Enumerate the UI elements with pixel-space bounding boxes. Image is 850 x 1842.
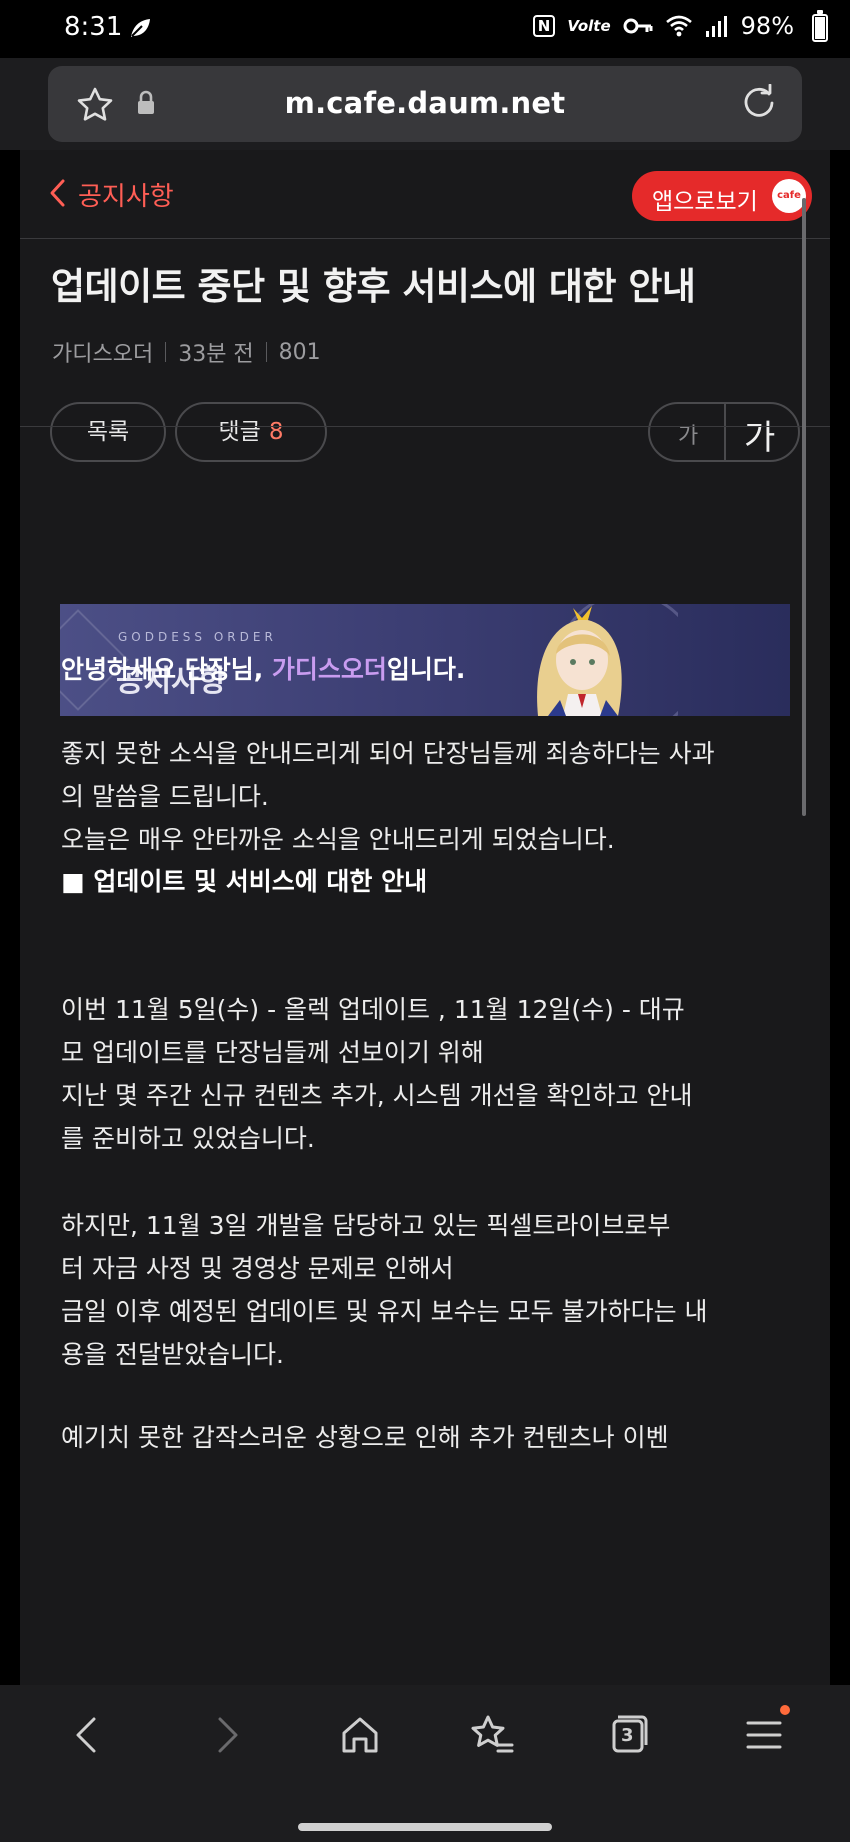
comments-label: 댓글 <box>218 419 261 445</box>
back-chevron-icon[interactable] <box>48 178 66 208</box>
greeting-suffix: 입니다. <box>386 655 466 684</box>
banner-subtitle: GODDESS ORDER <box>118 630 277 644</box>
post-time: 33분 전 <box>178 342 254 367</box>
paragraph-line: 하지만, 11월 3일 개발을 담당하고 있는 픽셀트라이브로부 <box>61 1211 671 1240</box>
meta-separator <box>165 342 167 362</box>
battery-icon <box>812 10 828 42</box>
cafe-logo-icon: cafe <box>772 179 806 213</box>
status-time: 8:31 <box>64 12 123 42</box>
paragraph-line: 이번 11월 5일(수) - 올렉 업데이트 , 11월 12일(수) - 대규 <box>61 995 685 1024</box>
greeting-line: 안녕하세요 단장님, 가디스오더입니다. <box>61 648 791 691</box>
content-divider <box>20 426 830 427</box>
post-author[interactable]: 가디스오더 <box>52 336 153 368</box>
bookmarks-icon[interactable] <box>468 1711 516 1759</box>
address-bar[interactable]: m.cafe.daum.net <box>48 66 802 142</box>
comments-button[interactable]: 댓글 8 <box>175 402 327 462</box>
paragraph-line: 오늘은 매우 안타까운 소식을 안내드리게 되었습니다. <box>61 825 615 854</box>
board-name-link[interactable]: 공지사항 <box>78 176 174 213</box>
paragraph-line: 터 자금 사정 및 경영상 문제로 인해서 <box>61 1254 454 1283</box>
post-title: 업데이트 중단 및 향후 서비스에 대한 안내 <box>51 265 696 308</box>
section-heading: ■ 업데이트 및 서비스에 대한 안내 <box>61 867 428 896</box>
home-icon[interactable] <box>336 1711 384 1759</box>
paragraph-unexpected: 예기치 못한 갑작스러운 상황으로 인해 추가 컨텐츠나 이벤 <box>61 1416 791 1459</box>
reload-icon[interactable] <box>740 84 778 122</box>
nfc-icon: N <box>532 15 556 37</box>
paragraph-line: 모 업데이트를 단장님들께 선보이기 위해 <box>61 1038 484 1067</box>
paragraph-line: 를 준비하고 있었습니다. <box>61 1124 315 1153</box>
paragraph-developer: 하지만, 11월 3일 개발을 담당하고 있는 픽셀트라이브로부 터 자금 사정… <box>61 1204 791 1376</box>
paragraph-line: 좋지 못한 소식을 안내드리게 되어 단장님들께 죄송하다는 사과 <box>61 739 715 768</box>
volte-icon: Volte <box>567 17 611 35</box>
font-size-control: 가 가 <box>648 402 800 462</box>
paragraph-apology: 좋지 못한 소식을 안내드리게 되어 단장님들께 죄송하다는 사과 의 말씀을 … <box>61 732 791 861</box>
greeting-name: 가디스오더 <box>271 655 387 684</box>
open-in-app-button[interactable]: 앱으로보기 cafe <box>632 171 812 221</box>
battery-percent: 98% <box>740 12 794 40</box>
header-divider <box>20 238 830 239</box>
url-text[interactable]: m.cafe.daum.net <box>48 86 802 120</box>
battery-fill <box>815 17 825 39</box>
tabs-count: 3 <box>621 1725 634 1746</box>
back-icon[interactable] <box>64 1711 112 1759</box>
gesture-handle[interactable] <box>298 1823 552 1831</box>
paragraph-line: 의 말씀을 드립니다. <box>61 782 269 811</box>
greeting-prefix: 안녕하세요 단장님, <box>61 655 272 684</box>
open-in-app-label: 앱으로보기 <box>652 189 758 215</box>
status-bar: 8:31 N Volte 98% <box>0 0 850 58</box>
board-header: 공지사항 앱으로보기 cafe <box>20 150 830 238</box>
wifi-icon <box>665 15 692 37</box>
status-icons: N Volte 98% <box>532 12 794 40</box>
paragraph-line: 지난 몇 주간 신규 컨텐츠 추가, 시스템 개선을 확인하고 안내 <box>61 1081 693 1110</box>
paragraph-line: 금일 이후 예정된 업데이트 및 유지 보수는 모두 불가하다는 내 <box>61 1297 708 1326</box>
forward-icon[interactable] <box>202 1711 250 1759</box>
list-button[interactable]: 목록 <box>50 402 166 462</box>
paragraph-updates: 이번 11월 5일(수) - 올렉 업데이트 , 11월 12일(수) - 대규… <box>61 988 791 1160</box>
key-icon <box>623 18 653 34</box>
paragraph-line: 예기치 못한 갑작스러운 상황으로 인해 추가 컨텐츠나 이벤 <box>61 1423 669 1452</box>
comment-count: 8 <box>268 419 284 445</box>
page-scrollbar[interactable] <box>802 198 806 816</box>
post-meta: 가디스오더 33분 전 801 <box>52 336 321 368</box>
cafe-page: 공지사항 앱으로보기 cafe 업데이트 중단 및 향후 서비스에 대한 안내 … <box>20 150 830 1685</box>
meta-separator <box>265 342 267 362</box>
post-views: 801 <box>278 339 321 365</box>
font-decrease-button[interactable]: 가 <box>678 418 698 450</box>
tabs-icon[interactable]: 3 <box>604 1711 652 1759</box>
menu-notification-dot <box>780 1705 790 1715</box>
paragraph-line: 용을 전달받았습니다. <box>61 1340 284 1369</box>
menu-icon[interactable] <box>740 1711 788 1759</box>
font-increase-button[interactable]: 가 <box>744 410 775 459</box>
leaf-icon <box>131 19 150 37</box>
signal-icon <box>705 16 727 37</box>
font-size-divider <box>724 404 726 460</box>
browser-toolbar: m.cafe.daum.net <box>0 58 850 150</box>
browser-bottom-nav: 3 <box>0 1685 850 1842</box>
